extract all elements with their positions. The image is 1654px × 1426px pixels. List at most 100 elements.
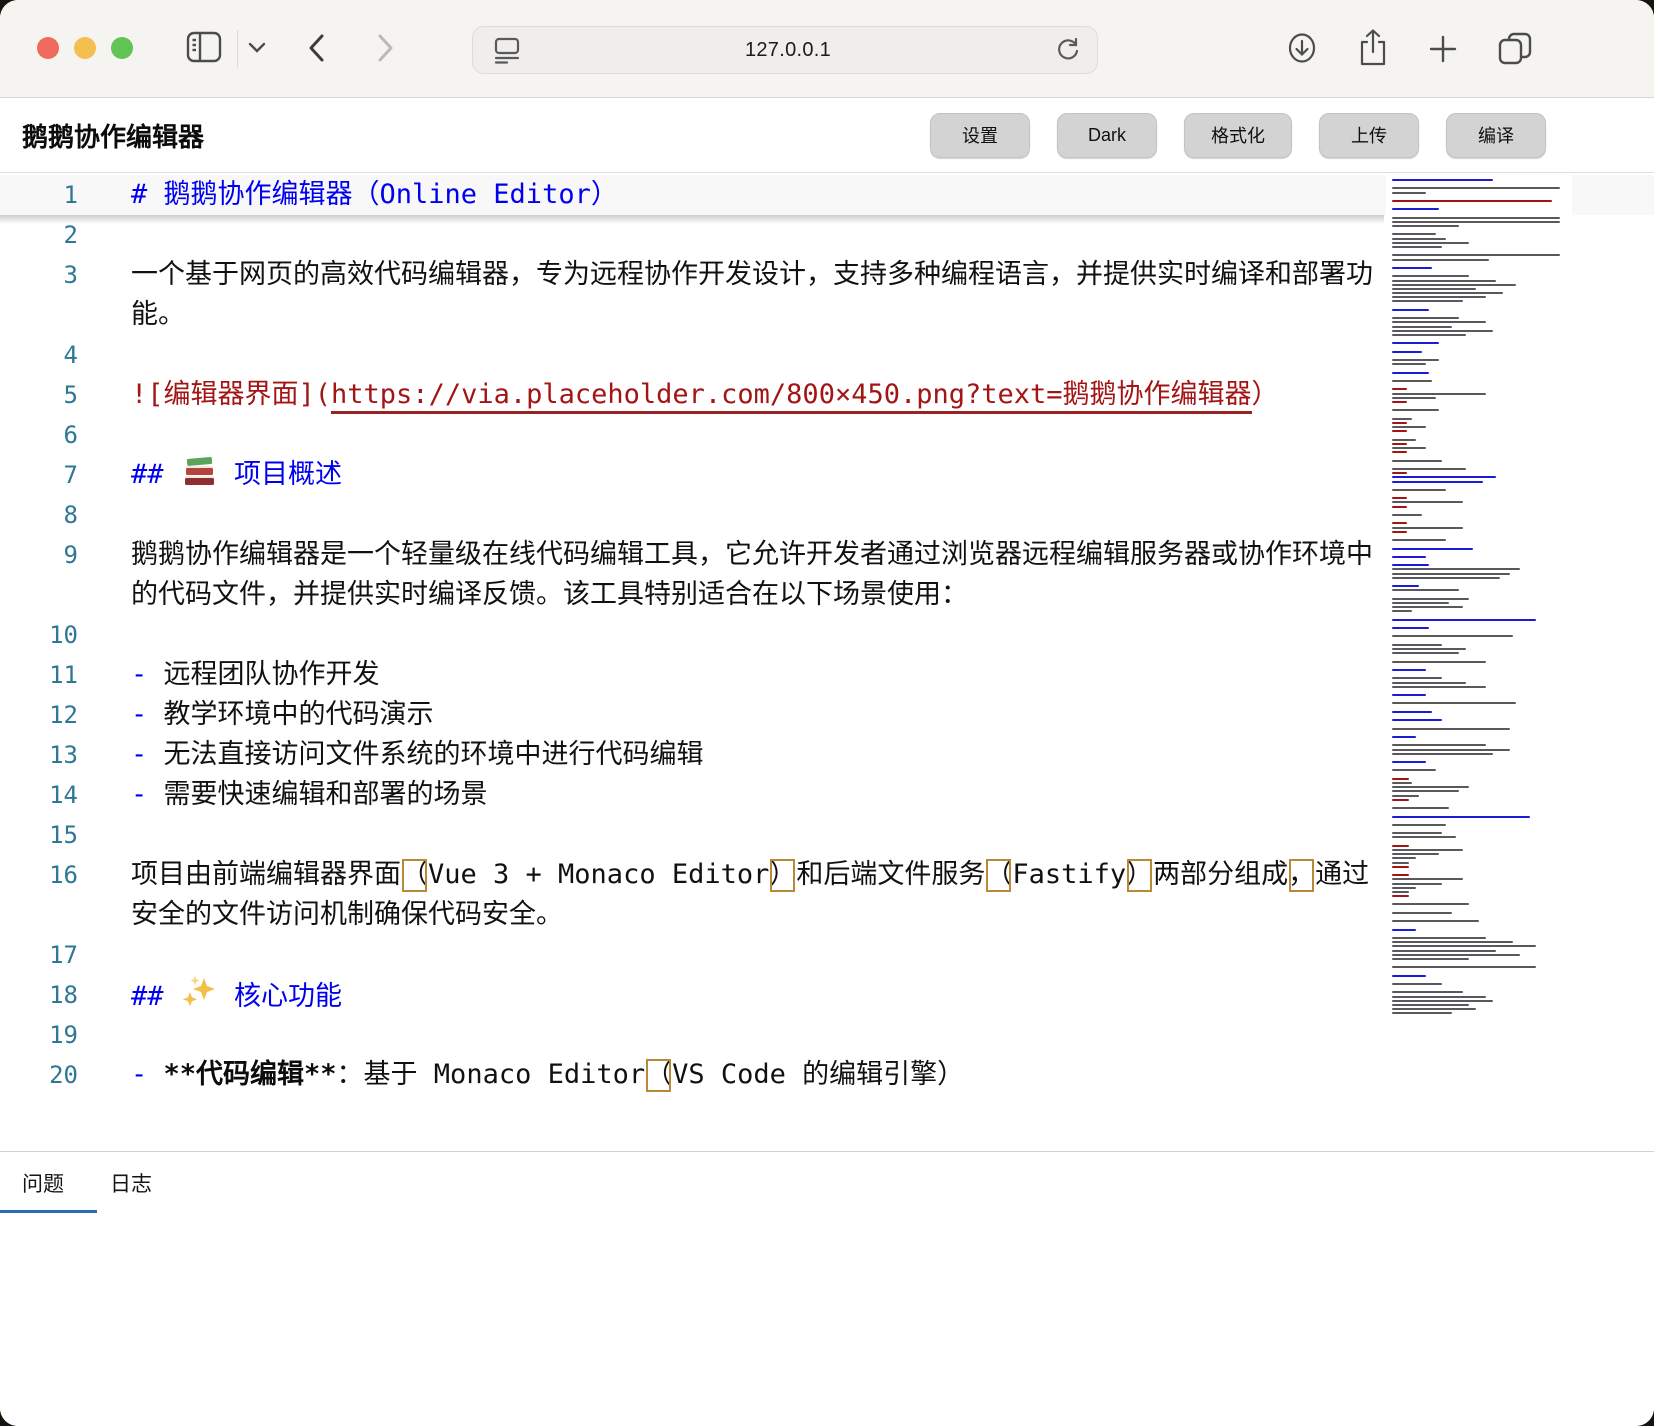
minimap-row bbox=[1392, 464, 1560, 466]
minimap-row bbox=[1392, 501, 1463, 503]
minimap-row bbox=[1392, 899, 1560, 901]
line-number: 1 bbox=[0, 175, 78, 215]
active-tab-indicator bbox=[0, 1210, 97, 1213]
minimap-row bbox=[1392, 769, 1436, 771]
tab-overview-icon[interactable] bbox=[1496, 30, 1534, 66]
minimap-row bbox=[1392, 640, 1560, 642]
minimap-row bbox=[1392, 284, 1516, 286]
minimap-row bbox=[1392, 912, 1452, 914]
minimap-row bbox=[1392, 359, 1439, 361]
minimap-row bbox=[1392, 975, 1426, 977]
line-number: 10 bbox=[0, 615, 78, 655]
code-segment: # 鹅鹅协作编辑器（Online Editor） bbox=[131, 179, 618, 210]
tab-problems[interactable]: 问题 bbox=[22, 1168, 64, 1198]
minimap-row bbox=[1392, 246, 1442, 248]
minimap-row bbox=[1392, 326, 1452, 328]
minimap-row bbox=[1392, 631, 1560, 633]
line-number: 20 bbox=[0, 1055, 78, 1095]
minimap-row bbox=[1392, 711, 1432, 713]
minimap-row bbox=[1392, 803, 1560, 805]
code-segment: 鹅鹅协作编辑器是一个轻量级在线代码编辑工具，它允许开发者通过浏览器远程编辑服务器… bbox=[131, 539, 1373, 570]
minimap-row bbox=[1392, 196, 1560, 198]
code-segment: - bbox=[131, 699, 164, 730]
code-segment: 教学环境中的代码演示 bbox=[164, 699, 434, 730]
minimap-row bbox=[1392, 200, 1552, 202]
markdown-link[interactable]: https://via.placeholder.com/800×450.png?… bbox=[331, 379, 1252, 414]
forward-icon[interactable] bbox=[374, 33, 396, 63]
toolbar-divider bbox=[237, 30, 238, 68]
bottom-tabs: 问题 日志 bbox=[0, 1152, 1654, 1198]
line-number: 14 bbox=[0, 775, 78, 815]
minimap-row bbox=[1392, 376, 1560, 378]
minimap-row bbox=[1392, 518, 1560, 520]
minimap-row bbox=[1392, 786, 1469, 788]
minimap-row bbox=[1392, 414, 1560, 416]
code-segment: ## bbox=[131, 981, 180, 1012]
reload-icon[interactable] bbox=[1055, 36, 1081, 64]
minimap-row bbox=[1392, 661, 1486, 663]
chevron-down-icon[interactable] bbox=[248, 42, 266, 54]
minimap-row bbox=[1392, 602, 1449, 604]
minimap-row bbox=[1392, 853, 1439, 855]
code-segment: 的代码文件，并提供实时编译反馈。该工具特别适合在以下场景使用： bbox=[131, 579, 968, 610]
minimap-row bbox=[1392, 598, 1469, 600]
minimap-row bbox=[1392, 380, 1432, 382]
minimap-row bbox=[1392, 334, 1466, 336]
minimap-row bbox=[1392, 543, 1560, 545]
sidebar-icon[interactable] bbox=[186, 30, 224, 64]
minimap-row bbox=[1392, 903, 1469, 905]
minimap-row bbox=[1392, 962, 1560, 964]
minimap-row bbox=[1392, 744, 1486, 746]
code-editor[interactable]: 1# 鹅鹅协作编辑器（Online Editor）23一个基于网页的高效代码编辑… bbox=[0, 173, 1654, 1151]
minimap-row bbox=[1392, 1012, 1452, 1014]
minimap-row bbox=[1392, 937, 1486, 939]
minimap-row bbox=[1392, 493, 1560, 495]
tab-logs[interactable]: 日志 bbox=[110, 1168, 152, 1198]
minimap-row bbox=[1392, 719, 1442, 721]
minimap-row bbox=[1392, 250, 1560, 252]
minimap-row bbox=[1392, 811, 1560, 813]
page-icon[interactable] bbox=[493, 35, 521, 65]
code-segment: 安全的文件访问机制确保代码安全。 bbox=[131, 899, 563, 930]
zoom-window-button[interactable] bbox=[111, 37, 133, 59]
line-number: 12 bbox=[0, 695, 78, 735]
code-segment: VS Code 的编辑引擎） bbox=[672, 1059, 964, 1090]
minimap-row bbox=[1392, 648, 1466, 650]
new-tab-icon[interactable] bbox=[1428, 34, 1458, 64]
minimap-row bbox=[1392, 514, 1422, 516]
minimap-row bbox=[1392, 866, 1409, 868]
settings-button[interactable]: 设置 bbox=[930, 113, 1030, 158]
minimap-row bbox=[1392, 945, 1536, 947]
line-number: 13 bbox=[0, 735, 78, 775]
minimap-row bbox=[1392, 702, 1516, 704]
minimap-row bbox=[1392, 263, 1560, 265]
minimize-window-button[interactable] bbox=[74, 37, 96, 59]
minimap-row bbox=[1392, 384, 1560, 386]
share-icon[interactable] bbox=[1356, 28, 1390, 68]
minimap-row bbox=[1392, 761, 1426, 763]
back-icon[interactable] bbox=[306, 33, 328, 63]
code-segment: 通过 bbox=[1315, 859, 1369, 890]
minimap-row bbox=[1392, 816, 1530, 818]
minimap-row bbox=[1392, 476, 1496, 478]
minimap-row bbox=[1392, 841, 1560, 843]
minimap[interactable] bbox=[1386, 173, 1572, 1151]
format-button[interactable]: 格式化 bbox=[1184, 113, 1292, 158]
minimap-row bbox=[1392, 845, 1409, 847]
minimap-row bbox=[1392, 594, 1560, 596]
minimap-row bbox=[1392, 183, 1560, 185]
address-bar[interactable]: 127.0.0.1 bbox=[472, 26, 1098, 74]
minimap-row bbox=[1392, 434, 1560, 436]
compile-button[interactable]: 编译 bbox=[1446, 113, 1546, 158]
minimap-row bbox=[1392, 254, 1560, 256]
line-number: 6 bbox=[0, 415, 78, 455]
downloads-icon[interactable] bbox=[1286, 32, 1318, 64]
minimap-row bbox=[1392, 342, 1439, 344]
minimap-row bbox=[1392, 242, 1469, 244]
minimap-row bbox=[1392, 627, 1429, 629]
screen: 127.0.0.1 bbox=[0, 0, 1654, 1426]
upload-button[interactable]: 上传 bbox=[1319, 113, 1419, 158]
dark-mode-button[interactable]: Dark bbox=[1057, 113, 1157, 158]
close-window-button[interactable] bbox=[37, 37, 59, 59]
minimap-row bbox=[1392, 958, 1469, 960]
